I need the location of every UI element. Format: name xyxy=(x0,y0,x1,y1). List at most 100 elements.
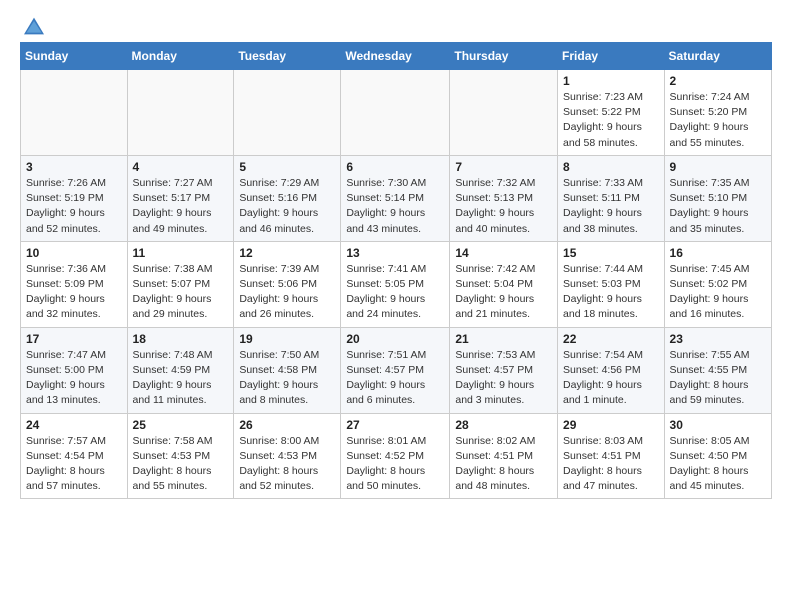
day-cell: 20 Sunrise: 7:51 AM Sunset: 4:57 PM Dayli… xyxy=(341,327,450,413)
day-info: Sunrise: 7:32 AM Sunset: 5:13 PM Dayligh… xyxy=(455,176,552,237)
day-cell: 28 Sunrise: 8:02 AM Sunset: 4:51 PM Dayli… xyxy=(450,413,558,499)
day-info: Sunrise: 7:58 AM Sunset: 4:53 PM Dayligh… xyxy=(133,434,229,495)
day-number: 25 xyxy=(133,418,229,432)
day-cell xyxy=(127,70,234,156)
day-info: Sunrise: 7:55 AM Sunset: 4:55 PM Dayligh… xyxy=(670,348,766,409)
day-number: 2 xyxy=(670,74,766,88)
day-number: 29 xyxy=(563,418,659,432)
day-number: 7 xyxy=(455,160,552,174)
day-info: Sunrise: 7:51 AM Sunset: 4:57 PM Dayligh… xyxy=(346,348,444,409)
day-cell: 16Sunrise: 7:45 AM Sunset: 5:02 PM Dayli… xyxy=(664,241,771,327)
day-info: Sunrise: 7:45 AM Sunset: 5:02 PM Dayligh… xyxy=(670,262,766,323)
day-number: 20 xyxy=(346,332,444,346)
day-number: 26 xyxy=(239,418,335,432)
day-info: Sunrise: 8:02 AM Sunset: 4:51 PM Dayligh… xyxy=(455,434,552,495)
day-info: Sunrise: 7:30 AM Sunset: 5:14 PM Dayligh… xyxy=(346,176,444,237)
day-info: Sunrise: 7:57 AM Sunset: 4:54 PM Dayligh… xyxy=(26,434,122,495)
day-info: Sunrise: 8:03 AM Sunset: 4:51 PM Dayligh… xyxy=(563,434,659,495)
day-number: 30 xyxy=(670,418,766,432)
weekday-sunday: Sunday xyxy=(21,43,128,70)
day-number: 15 xyxy=(563,246,659,260)
day-info: Sunrise: 7:23 AM Sunset: 5:22 PM Dayligh… xyxy=(563,90,659,151)
weekday-monday: Monday xyxy=(127,43,234,70)
day-info: Sunrise: 7:41 AM Sunset: 5:05 PM Dayligh… xyxy=(346,262,444,323)
day-number: 8 xyxy=(563,160,659,174)
day-number: 18 xyxy=(133,332,229,346)
week-row-2: 3Sunrise: 7:26 AM Sunset: 5:19 PM Daylig… xyxy=(21,155,772,241)
weekday-friday: Friday xyxy=(558,43,665,70)
week-row-1: 1 Sunrise: 7:23 AM Sunset: 5:22 PM Daylig… xyxy=(21,70,772,156)
day-number: 19 xyxy=(239,332,335,346)
weekday-header-row: SundayMondayTuesdayWednesdayThursdayFrid… xyxy=(21,43,772,70)
day-number: 12 xyxy=(239,246,335,260)
day-cell: 5Sunrise: 7:29 AM Sunset: 5:16 PM Daylig… xyxy=(234,155,341,241)
day-cell: 23Sunrise: 7:55 AM Sunset: 4:55 PM Dayli… xyxy=(664,327,771,413)
day-info: Sunrise: 7:26 AM Sunset: 5:19 PM Dayligh… xyxy=(26,176,122,237)
day-cell: 15 Sunrise: 7:44 AM Sunset: 5:03 PM Dayli… xyxy=(558,241,665,327)
logo xyxy=(20,16,44,32)
day-cell: 26 Sunrise: 8:00 AM Sunset: 4:53 PM Dayli… xyxy=(234,413,341,499)
day-info: Sunrise: 8:00 AM Sunset: 4:53 PM Dayligh… xyxy=(239,434,335,495)
day-number: 27 xyxy=(346,418,444,432)
day-cell xyxy=(21,70,128,156)
week-row-3: 10 Sunrise: 7:36 AM Sunset: 5:09 PM Dayli… xyxy=(21,241,772,327)
day-info: Sunrise: 8:01 AM Sunset: 4:52 PM Dayligh… xyxy=(346,434,444,495)
day-cell xyxy=(341,70,450,156)
weekday-thursday: Thursday xyxy=(450,43,558,70)
day-number: 6 xyxy=(346,160,444,174)
day-cell: 17Sunrise: 7:47 AM Sunset: 5:00 PM Dayli… xyxy=(21,327,128,413)
day-number: 13 xyxy=(346,246,444,260)
day-number: 22 xyxy=(563,332,659,346)
day-cell: 29 Sunrise: 8:03 AM Sunset: 4:51 PM Dayli… xyxy=(558,413,665,499)
day-cell: 10 Sunrise: 7:36 AM Sunset: 5:09 PM Dayli… xyxy=(21,241,128,327)
day-cell: 9 Sunrise: 7:35 AM Sunset: 5:10 PM Daylig… xyxy=(664,155,771,241)
day-cell: 4Sunrise: 7:27 AM Sunset: 5:17 PM Daylig… xyxy=(127,155,234,241)
logo-icon xyxy=(24,16,44,36)
week-row-5: 24 Sunrise: 7:57 AM Sunset: 4:54 PM Dayli… xyxy=(21,413,772,499)
day-number: 1 xyxy=(563,74,659,88)
day-info: Sunrise: 7:33 AM Sunset: 5:11 PM Dayligh… xyxy=(563,176,659,237)
day-info: Sunrise: 7:54 AM Sunset: 4:56 PM Dayligh… xyxy=(563,348,659,409)
day-cell: 22 Sunrise: 7:54 AM Sunset: 4:56 PM Dayli… xyxy=(558,327,665,413)
day-info: Sunrise: 7:39 AM Sunset: 5:06 PM Dayligh… xyxy=(239,262,335,323)
day-cell: 24 Sunrise: 7:57 AM Sunset: 4:54 PM Dayli… xyxy=(21,413,128,499)
day-cell: 21 Sunrise: 7:53 AM Sunset: 4:57 PM Dayli… xyxy=(450,327,558,413)
day-number: 5 xyxy=(239,160,335,174)
day-info: Sunrise: 7:42 AM Sunset: 5:04 PM Dayligh… xyxy=(455,262,552,323)
day-number: 9 xyxy=(670,160,766,174)
day-info: Sunrise: 8:05 AM Sunset: 4:50 PM Dayligh… xyxy=(670,434,766,495)
day-cell: 3Sunrise: 7:26 AM Sunset: 5:19 PM Daylig… xyxy=(21,155,128,241)
day-info: Sunrise: 7:47 AM Sunset: 5:00 PM Dayligh… xyxy=(26,348,122,409)
day-cell: 14Sunrise: 7:42 AM Sunset: 5:04 PM Dayli… xyxy=(450,241,558,327)
day-number: 28 xyxy=(455,418,552,432)
day-cell: 7 Sunrise: 7:32 AM Sunset: 5:13 PM Daylig… xyxy=(450,155,558,241)
day-cell: 12 Sunrise: 7:39 AM Sunset: 5:06 PM Dayli… xyxy=(234,241,341,327)
day-info: Sunrise: 7:35 AM Sunset: 5:10 PM Dayligh… xyxy=(670,176,766,237)
day-cell: 11 Sunrise: 7:38 AM Sunset: 5:07 PM Dayli… xyxy=(127,241,234,327)
day-cell: 25 Sunrise: 7:58 AM Sunset: 4:53 PM Dayli… xyxy=(127,413,234,499)
day-info: Sunrise: 7:36 AM Sunset: 5:09 PM Dayligh… xyxy=(26,262,122,323)
day-cell: 2Sunrise: 7:24 AM Sunset: 5:20 PM Daylig… xyxy=(664,70,771,156)
day-cell: 13 Sunrise: 7:41 AM Sunset: 5:05 PM Dayli… xyxy=(341,241,450,327)
day-cell: 18Sunrise: 7:48 AM Sunset: 4:59 PM Dayli… xyxy=(127,327,234,413)
header xyxy=(20,16,772,32)
day-cell: 19 Sunrise: 7:50 AM Sunset: 4:58 PM Dayli… xyxy=(234,327,341,413)
day-number: 10 xyxy=(26,246,122,260)
week-row-4: 17Sunrise: 7:47 AM Sunset: 5:00 PM Dayli… xyxy=(21,327,772,413)
day-cell xyxy=(450,70,558,156)
day-number: 24 xyxy=(26,418,122,432)
day-cell: 27 Sunrise: 8:01 AM Sunset: 4:52 PM Dayli… xyxy=(341,413,450,499)
day-cell: 30 Sunrise: 8:05 AM Sunset: 4:50 PM Dayli… xyxy=(664,413,771,499)
day-cell xyxy=(234,70,341,156)
day-number: 11 xyxy=(133,246,229,260)
page: SundayMondayTuesdayWednesdayThursdayFrid… xyxy=(0,0,792,511)
calendar-table: SundayMondayTuesdayWednesdayThursdayFrid… xyxy=(20,42,772,499)
weekday-wednesday: Wednesday xyxy=(341,43,450,70)
weekday-tuesday: Tuesday xyxy=(234,43,341,70)
day-cell: 8 Sunrise: 7:33 AM Sunset: 5:11 PM Daylig… xyxy=(558,155,665,241)
day-info: Sunrise: 7:38 AM Sunset: 5:07 PM Dayligh… xyxy=(133,262,229,323)
day-number: 21 xyxy=(455,332,552,346)
day-info: Sunrise: 7:53 AM Sunset: 4:57 PM Dayligh… xyxy=(455,348,552,409)
day-info: Sunrise: 7:50 AM Sunset: 4:58 PM Dayligh… xyxy=(239,348,335,409)
day-info: Sunrise: 7:44 AM Sunset: 5:03 PM Dayligh… xyxy=(563,262,659,323)
